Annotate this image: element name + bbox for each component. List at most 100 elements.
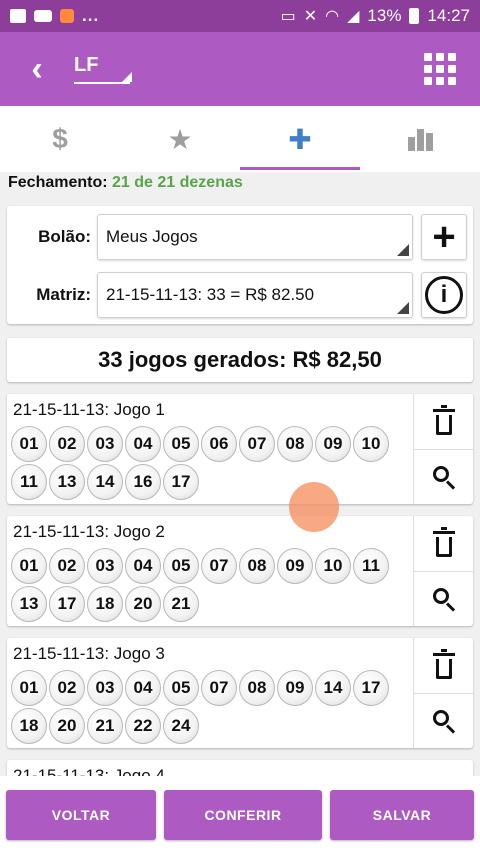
battery-percent: 13% (367, 6, 402, 25)
number-ball: 17 (49, 586, 85, 622)
game-actions (413, 394, 473, 504)
number-ball: 14 (87, 464, 123, 500)
wifi-icon: ◠ (325, 8, 340, 25)
game-title: 21-15-11-13: Jogo 3 (13, 644, 165, 663)
selection-card: Bolão: Meus Jogos + Matriz: 21-15-11-13:… (7, 206, 473, 324)
number-ball: 20 (125, 586, 161, 622)
dollar-icon: $ (52, 123, 68, 154)
delete-game-button[interactable] (414, 394, 473, 449)
matriz-select[interactable]: 21-15-11-13: 33 = R$ 82.50 (97, 272, 413, 318)
number-ball: 21 (163, 586, 199, 622)
trash-icon (432, 526, 455, 557)
matriz-row: Matriz: 21-15-11-13: 33 = R$ 82.50 i (7, 270, 473, 320)
number-ball: 03 (87, 670, 123, 706)
number-ball: 05 (163, 548, 199, 584)
number-ball: 07 (239, 426, 275, 462)
grid-dot (436, 53, 444, 61)
fechamento-label: Fechamento: (8, 174, 108, 191)
bar (425, 133, 433, 151)
battery-icon (409, 8, 420, 24)
video-camera-icon (34, 10, 52, 22)
add-bolao-button[interactable]: + (421, 214, 467, 260)
number-ball: 02 (49, 548, 85, 584)
plus-icon: + (432, 215, 456, 259)
more-notifications: ... (82, 6, 100, 25)
grid-dot (424, 77, 432, 85)
lottery-selector[interactable]: LF (74, 54, 132, 84)
tab-generate[interactable]: ✚ (240, 106, 360, 172)
back-button[interactable]: ‹ (0, 32, 74, 106)
app-toolbar: ‹ LF (0, 32, 480, 106)
tab-statistics[interactable] (360, 106, 480, 172)
game-actions (413, 516, 473, 626)
grid-menu-button[interactable] (408, 37, 472, 101)
game-numbers: 01 02 03 04 05 06 07 08 09 10 11 13 14 16 17 (11, 426, 411, 500)
grid-dot (448, 77, 456, 85)
inspect-game-button[interactable] (414, 449, 473, 504)
save-button[interactable]: SALVAR (330, 790, 474, 840)
number-ball: 01 (11, 548, 47, 584)
bar-chart-icon (407, 127, 433, 151)
number-ball: 13 (11, 586, 47, 622)
mute-icon: ✕ (303, 8, 318, 25)
cast-icon: ▭ (280, 8, 296, 25)
app-notification-icon (60, 9, 74, 23)
number-ball: 01 (11, 426, 47, 462)
bolao-select[interactable]: Meus Jogos (97, 214, 413, 260)
grid-dot (448, 65, 456, 73)
number-ball: 08 (239, 670, 275, 706)
plus-icon: ✚ (288, 123, 312, 155)
number-ball: 06 (201, 426, 237, 462)
number-ball: 20 (49, 708, 85, 744)
delete-game-button[interactable] (414, 638, 473, 693)
tab-prices[interactable]: $ (0, 106, 120, 172)
grid-dot (436, 77, 444, 85)
delete-game-button[interactable] (414, 516, 473, 571)
clock: 14:27 (427, 6, 470, 25)
matriz-select-value: 21-15-11-13: 33 = R$ 82.50 (106, 285, 315, 304)
number-ball: 05 (163, 426, 199, 462)
game-card: 21-15-11-13: Jogo 3 01 02 03 04 05 07 08 09 14 17… (7, 638, 473, 748)
touch-indicator (289, 482, 339, 532)
number-ball: 11 (353, 548, 389, 584)
number-ball: 09 (277, 670, 313, 706)
tab-favorites[interactable]: ★ (120, 106, 240, 172)
number-ball: 14 (315, 670, 351, 706)
check-button[interactable]: CONFERIR (164, 790, 322, 840)
grid-menu-icon (424, 53, 432, 61)
inspect-game-button[interactable] (414, 571, 473, 626)
game-card: 21-15-11-13: Jogo 2 01 02 03 04 05 07 08 09 10 11… (7, 516, 473, 626)
number-ball: 16 (125, 464, 161, 500)
game-numbers: 01 02 03 04 05 07 08 09 14 17 18 20 21 22 24 (11, 670, 411, 744)
tab-bar: $ ★ ✚ (0, 106, 480, 172)
number-ball: 10 (315, 548, 351, 584)
number-ball: 24 (163, 708, 199, 744)
trash-icon (432, 648, 455, 679)
matriz-info-button[interactable]: i (421, 272, 467, 318)
number-ball: 07 (201, 548, 237, 584)
info-icon: i (425, 276, 463, 314)
bar (407, 137, 415, 151)
number-ball: 13 (49, 464, 85, 500)
number-ball: 21 (87, 708, 123, 744)
search-icon (432, 588, 449, 604)
number-ball: 18 (87, 586, 123, 622)
number-ball: 04 (125, 548, 161, 584)
search-icon (432, 710, 449, 726)
inspect-game-button[interactable] (414, 693, 473, 748)
save-button-label: SALVAR (372, 807, 432, 823)
grid-dot (436, 65, 444, 73)
fechamento-line: Fechamento: 21 de 21 dezenas (8, 174, 243, 192)
matriz-label: Matriz: (36, 285, 91, 304)
number-ball: 09 (277, 548, 313, 584)
number-ball: 22 (125, 708, 161, 744)
back-action-button[interactable]: VOLTAR (6, 790, 156, 840)
number-ball: 04 (125, 426, 161, 462)
number-ball: 02 (49, 426, 85, 462)
grid-dot (448, 53, 456, 61)
bolao-select-value: Meus Jogos (106, 227, 198, 246)
bar (416, 129, 424, 151)
check-button-label: CONFERIR (204, 807, 282, 823)
signal-icon: ◢ (347, 8, 360, 25)
trash-icon (432, 404, 455, 435)
